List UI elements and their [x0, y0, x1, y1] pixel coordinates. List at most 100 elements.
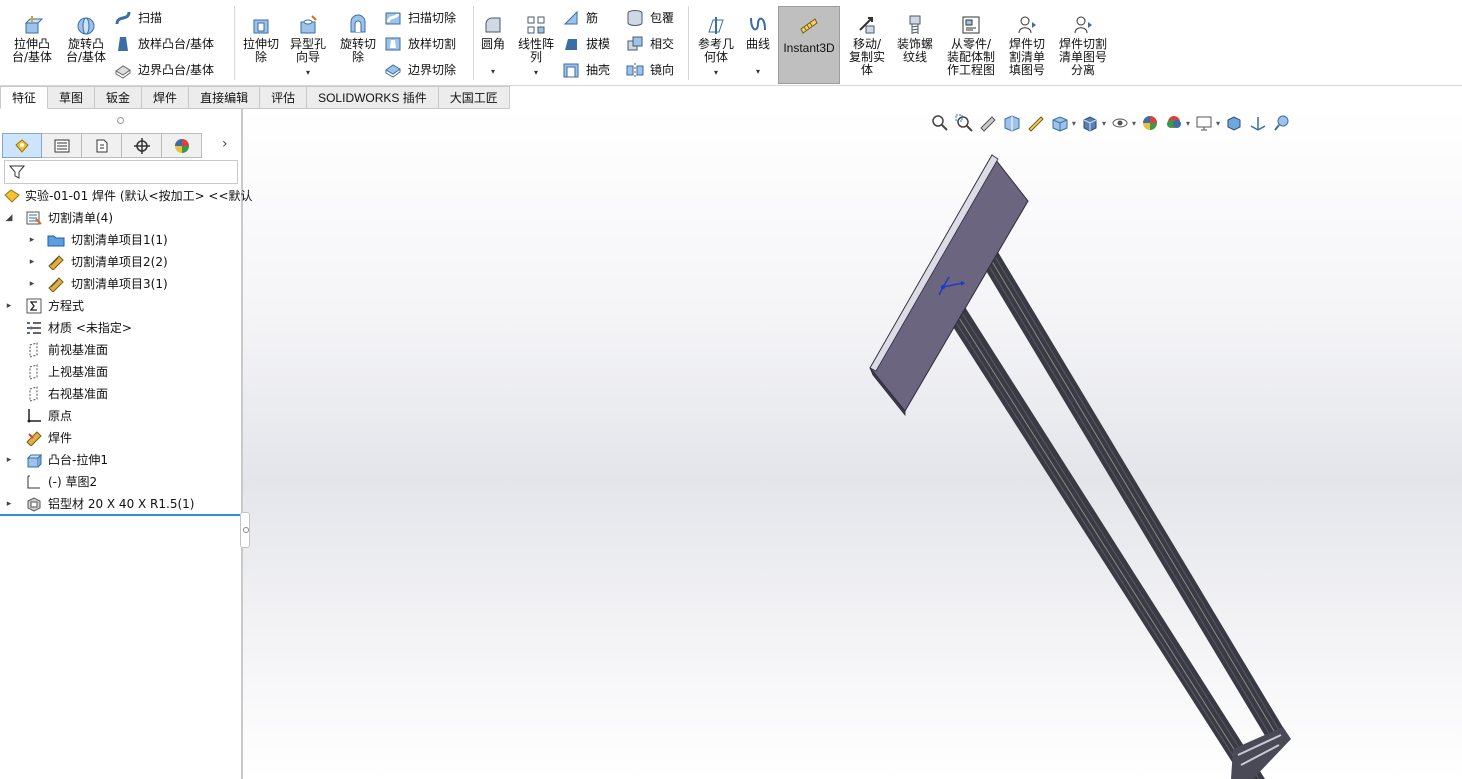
previous-view-icon[interactable] [978, 113, 998, 133]
structural-member-icon [48, 277, 64, 292]
cutlist-icon [26, 211, 42, 225]
tab-feature-manager[interactable] [2, 133, 42, 158]
tab-evaluate[interactable]: 评估 [260, 86, 308, 109]
tree-item-equations[interactable]: ▸ 方程式 [0, 295, 241, 317]
instant3d-toggle[interactable]: Instant3D [778, 6, 840, 84]
feature-tree-filter[interactable] [4, 160, 238, 184]
tree-item-weldment[interactable]: 焊件 [0, 427, 241, 449]
search-zoom-icon[interactable] [1272, 113, 1292, 133]
expand-arrow[interactable]: ▸ [4, 295, 14, 317]
tree-root-part[interactable]: 实验-01-01 焊件 (默认<按加工> <<默认 [0, 185, 253, 207]
linear-pattern-button[interactable]: 线性阵 列 ▾ [510, 10, 562, 80]
extrude-cut-button[interactable]: 拉伸切 除 [235, 10, 287, 80]
fillet-icon [485, 17, 501, 33]
tab-sketch[interactable]: 草图 [48, 86, 96, 109]
revolve-boss-button[interactable]: 旋转凸 台/基体 [60, 10, 112, 80]
lofted-cut-icon [385, 37, 401, 51]
tree-item-origin[interactable]: 原点 [0, 405, 241, 427]
dynamic-annotation-icon[interactable] [1026, 113, 1046, 133]
tree-item-cutlist-item3[interactable]: ▸ 切割清单项目3(1) [0, 273, 241, 295]
configuration-manager-icon [96, 139, 107, 152]
tab-daguo-gongjiang[interactable]: 大国工匠 [438, 86, 510, 109]
tree-item-sketch2[interactable]: (-) 草图2 [0, 471, 241, 493]
more-tabs-arrow[interactable]: › [222, 136, 228, 152]
draft-icon [565, 39, 577, 50]
cosmetic-thread-button[interactable]: 装饰螺 纹线 [892, 10, 938, 80]
heads-up-view-toolbar: ▾ ▾ ▾ ▾ ▾ [930, 112, 1292, 134]
revolve-cut-icon [350, 14, 366, 33]
dimxpert-icon [133, 137, 150, 154]
move-copy-body-button[interactable]: 移动/ 复制实 体 [842, 10, 892, 80]
triad-icon[interactable] [1248, 113, 1268, 133]
structural-member-icon [48, 255, 64, 270]
extrude-boss-button[interactable]: 拉伸凸 台/基体 [6, 10, 58, 80]
tab-weldments[interactable]: 焊件 [142, 86, 190, 109]
tree-item-front-plane[interactable]: 前视基准面 [0, 339, 241, 361]
pane-grip[interactable] [117, 117, 124, 124]
pane-collapse-handle[interactable] [240, 512, 250, 548]
tree-item-aluminum-profile[interactable]: ▸ 铝型材 20 X 40 X R1.5(1) [0, 493, 241, 515]
edit-appearance-icon[interactable] [1140, 113, 1160, 133]
display-manager-icon [174, 138, 189, 153]
material-icon [27, 322, 41, 334]
tree-item-cutlist-item2[interactable]: ▸ 切割清单项目2(2) [0, 251, 241, 273]
plane-icon [29, 364, 38, 380]
folder-icon [47, 235, 65, 247]
zoom-to-fit-icon[interactable] [930, 113, 950, 133]
apply-scene-icon[interactable] [1164, 113, 1184, 133]
hide-show-items-icon[interactable] [1110, 113, 1130, 133]
graphics-area[interactable] [243, 109, 1462, 779]
ribbon-separator [688, 6, 689, 80]
tab-configuration-manager[interactable] [82, 133, 122, 158]
cutlist-separate-icon [1074, 16, 1092, 34]
curves-button[interactable]: 曲线 ▾ [732, 10, 784, 80]
weldment-cutlist-separate-button[interactable]: 焊件切割 清单图号 分离 [1054, 10, 1112, 80]
expand-arrow[interactable]: ▸ [27, 273, 37, 295]
swept-cut-icon [385, 12, 401, 25]
tab-direct-editing[interactable]: 直接编辑 [189, 86, 261, 109]
rib-icon [563, 10, 578, 25]
property-manager-icon [54, 139, 69, 152]
sweep-icon [115, 11, 131, 25]
boundary-cut-icon [385, 64, 401, 78]
view-settings-icon[interactable] [1194, 113, 1214, 133]
loft-boss-icon [118, 37, 128, 51]
make-drawing-button[interactable]: 从零件/ 装配体制 作工程图 [942, 10, 1000, 80]
tab-features[interactable]: 特征 [0, 86, 49, 109]
revolve-cut-button[interactable]: 旋转切 除 [332, 10, 384, 80]
revolve-boss-icon [77, 17, 95, 35]
part-icon [4, 189, 20, 203]
aluminum-profile-rails[interactable] [948, 247, 1291, 779]
intersect-icon [627, 36, 643, 51]
tree-item-material[interactable]: 材质 <未指定> [0, 317, 241, 339]
weldment-model[interactable] [243, 109, 1462, 779]
tree-item-cutlist[interactable]: ◢ 切割清单(4) [0, 207, 241, 229]
display-style-icon[interactable] [1080, 113, 1100, 133]
reference-geometry-icon [708, 17, 724, 34]
instant3d-icon [800, 18, 818, 34]
tree-item-boss-extrude1[interactable]: ▸ 凸台-拉伸1 [0, 449, 241, 471]
tab-dimxpert-manager[interactable] [122, 133, 162, 158]
tree-item-cutlist-item1[interactable]: ▸ 切割清单项目1(1) [0, 229, 241, 251]
tab-sheet-metal[interactable]: 钣金 [95, 86, 143, 109]
hole-wizard-button[interactable]: 异型孔 向导 ▾ [282, 10, 334, 80]
linear-pattern-icon [527, 16, 545, 34]
section-view-icon[interactable] [1002, 113, 1022, 133]
extrude-cut-icon [253, 19, 269, 34]
plane-icon [29, 386, 38, 402]
collapse-arrow[interactable]: ◢ [4, 207, 14, 229]
expand-arrow[interactable]: ▸ [4, 493, 14, 515]
expand-arrow[interactable]: ▸ [27, 229, 37, 251]
weldment-cutlist-balloon-button[interactable]: 焊件切 割清单 填图号 [1002, 10, 1052, 80]
tree-rollback-bar[interactable] [0, 514, 240, 516]
tab-display-manager[interactable] [162, 133, 202, 158]
view-orientation-icon[interactable] [1050, 113, 1070, 133]
tab-solidworks-addins[interactable]: SOLIDWORKS 插件 [307, 86, 439, 109]
tab-property-manager[interactable] [42, 133, 82, 158]
expand-arrow[interactable]: ▸ [4, 449, 14, 471]
expand-arrow[interactable]: ▸ [27, 251, 37, 273]
cube-view-icon[interactable] [1224, 113, 1244, 133]
tree-item-right-plane[interactable]: 右视基准面 [0, 383, 241, 405]
tree-item-top-plane[interactable]: 上视基准面 [0, 361, 241, 383]
zoom-to-area-icon[interactable] [954, 113, 974, 133]
